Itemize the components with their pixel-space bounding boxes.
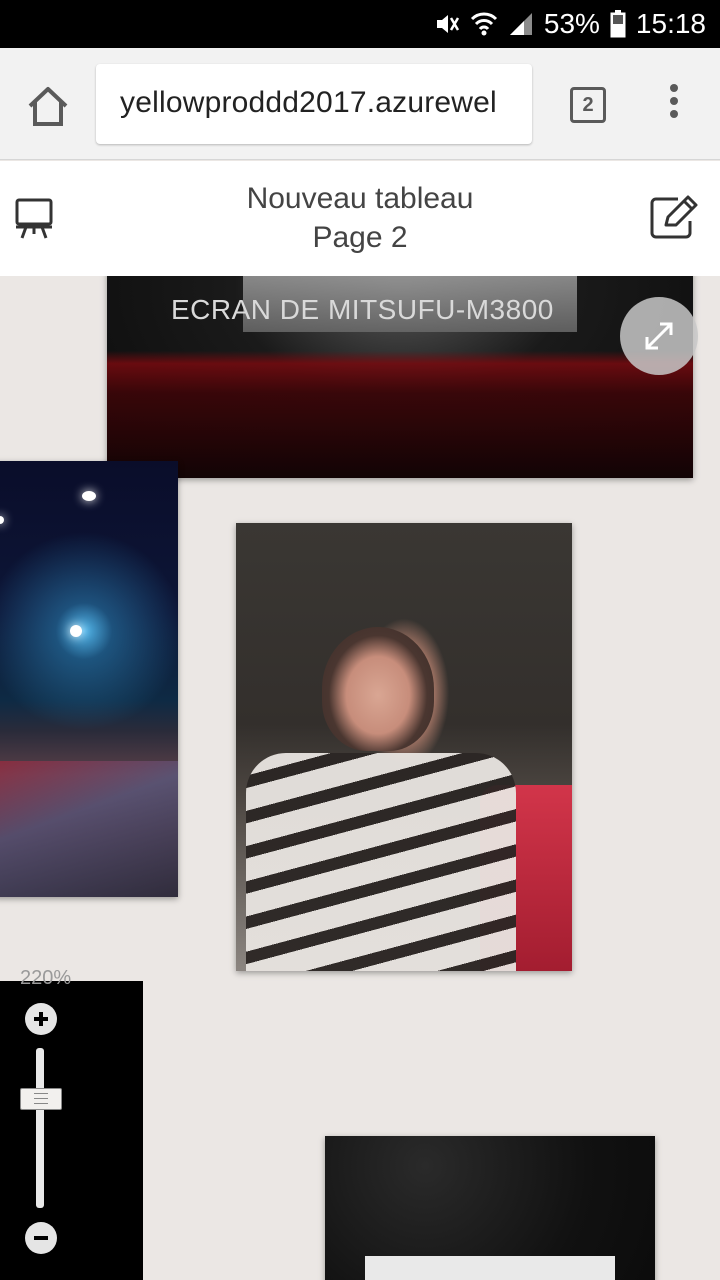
striped-sweater (246, 753, 516, 971)
page-label: Page 2 (312, 221, 408, 254)
photo-cinema-ceiling[interactable] (325, 1136, 655, 1280)
zoom-slider-track[interactable] (36, 1048, 44, 1208)
signal-icon (508, 11, 534, 37)
portrait-face (322, 627, 434, 751)
plus-icon (34, 1012, 48, 1026)
minus-icon (34, 1236, 48, 1240)
zoom-out-button[interactable] (25, 1222, 57, 1254)
battery-percent: 53% (543, 8, 600, 39)
mute-icon (434, 11, 460, 37)
status-bar: 53% 15:18 (0, 0, 720, 48)
zoom-in-button[interactable] (25, 1003, 57, 1035)
status-icons: 53% 15:18 (434, 0, 706, 48)
board-canvas[interactable]: ECRAN DE MITSUFU-M3800 220% (0, 276, 720, 1280)
zoom-panel (0, 981, 143, 1280)
zoom-level: 220% (20, 967, 72, 989)
photo-cinema-screen[interactable]: ECRAN DE MITSUFU-M3800 (107, 276, 693, 478)
edit-icon (650, 195, 698, 239)
screen-glow (365, 1256, 615, 1280)
board-icon (15, 198, 53, 239)
zoom-slider-handle[interactable] (20, 1088, 62, 1110)
edit-button[interactable] (648, 193, 700, 241)
browser-toolbar: yellowproddd2017.azurewel 2 (0, 48, 720, 160)
audience-seats (0, 761, 178, 897)
ceiling-light (82, 491, 96, 501)
projector-light (70, 625, 82, 637)
menu-dot-icon (670, 97, 678, 105)
ceiling-light (0, 516, 4, 524)
board-button[interactable] (14, 197, 54, 241)
battery-icon (610, 10, 626, 38)
fullscreen-button[interactable] (620, 297, 698, 375)
photo-portrait[interactable] (236, 523, 572, 971)
home-button[interactable] (24, 84, 72, 128)
expand-icon (645, 322, 673, 350)
home-icon (28, 87, 68, 126)
menu-dot-icon (670, 110, 678, 118)
url-text: yellowproddd2017.azurewel (120, 86, 497, 119)
clock: 15:18 (635, 8, 706, 39)
photo-caption: ECRAN DE MITSUFU-M3800 (171, 294, 554, 325)
wifi-icon (470, 11, 498, 37)
photo-cinema-hall[interactable] (0, 461, 178, 897)
url-bar[interactable]: yellowproddd2017.azurewel (96, 64, 532, 144)
board-title-block: Nouveau tableau Page 2 (160, 179, 560, 257)
app-header: Nouveau tableau Page 2 (0, 161, 720, 276)
tab-switcher-button[interactable]: 2 (570, 87, 606, 123)
overflow-menu-button[interactable] (664, 84, 684, 124)
menu-dot-icon (670, 84, 678, 92)
board-title: Nouveau tableau (246, 182, 474, 215)
